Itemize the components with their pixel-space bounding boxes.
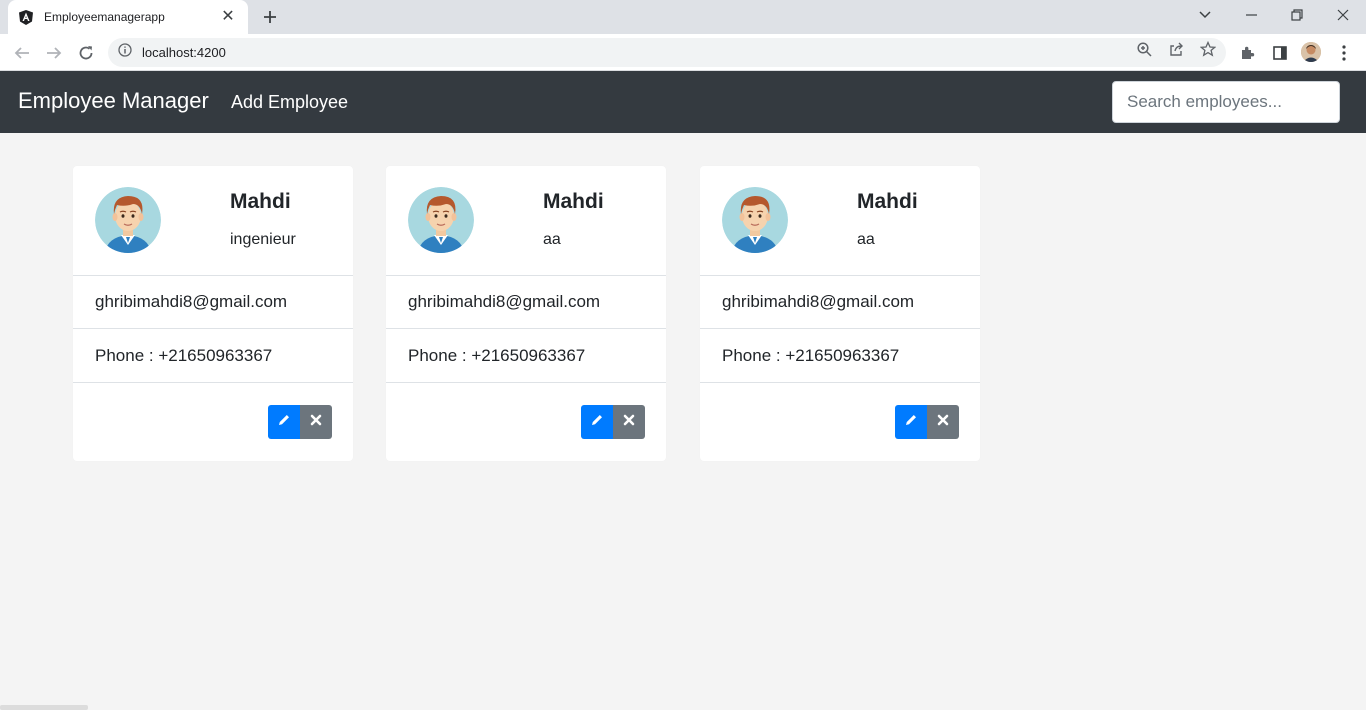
browser-toolbar: localhost:4200 (0, 34, 1366, 71)
pencil-icon (904, 413, 918, 432)
card-header: Mahdi aa (700, 166, 980, 276)
address-bar[interactable]: localhost:4200 (108, 38, 1226, 67)
add-employee-link[interactable]: Add Employee (231, 92, 348, 113)
card-header: Mahdi aa (386, 166, 666, 276)
employee-avatar (722, 187, 788, 253)
employee-job-title: aa (857, 231, 875, 248)
card-header: Mahdi ingenieur (73, 166, 353, 276)
pencil-icon (277, 413, 291, 432)
edit-employee-button[interactable] (268, 405, 300, 439)
employee-card: Mahdi aa ghribimahdi8@gmail.com Phone : … (386, 166, 666, 461)
zoom-icon[interactable] (1136, 41, 1152, 57)
employee-card: Mahdi ingenieur ghribimahdi8@gmail.com P… (73, 166, 353, 461)
employee-email: ghribimahdi8@gmail.com (700, 276, 980, 329)
delete-employee-button[interactable] (927, 405, 959, 439)
pencil-icon (590, 413, 604, 432)
employee-email: ghribimahdi8@gmail.com (73, 276, 353, 329)
tab-search-icon[interactable] (1182, 0, 1228, 30)
close-icon (937, 413, 949, 431)
delete-employee-button[interactable] (300, 405, 332, 439)
employee-job-title: aa (543, 231, 561, 248)
url-text: localhost:4200 (142, 45, 226, 60)
close-icon (623, 413, 635, 431)
restore-icon[interactable] (1274, 0, 1320, 30)
new-tab-icon[interactable] (258, 5, 282, 29)
edit-employee-button[interactable] (895, 405, 927, 439)
employee-name: Mahdi (543, 190, 604, 213)
employee-email: ghribimahdi8@gmail.com (386, 276, 666, 329)
employee-card: Mahdi aa ghribimahdi8@gmail.com Phone : … (700, 166, 980, 461)
employee-name: Mahdi (230, 190, 291, 213)
share-icon[interactable] (1168, 41, 1184, 57)
app-brand[interactable]: Employee Manager (18, 88, 209, 114)
delete-employee-button[interactable] (613, 405, 645, 439)
employee-phone: Phone : +21650963367 (700, 329, 980, 383)
angular-icon (18, 9, 34, 25)
employee-phone: Phone : +21650963367 (386, 329, 666, 383)
browser-tab[interactable]: Employeemanagerapp ✕ (8, 0, 248, 34)
card-actions (268, 405, 332, 439)
extensions-icon[interactable] (1239, 44, 1257, 62)
profile-avatar[interactable] (1301, 42, 1321, 62)
site-info-icon[interactable] (118, 43, 132, 62)
edit-employee-button[interactable] (581, 405, 613, 439)
reload-icon[interactable] (74, 41, 98, 65)
bookmark-star-icon[interactable] (1200, 41, 1216, 57)
employee-avatar (408, 187, 474, 253)
app-navbar: Employee Manager Add Employee (0, 71, 1366, 133)
card-actions (581, 405, 645, 439)
employee-job-title: ingenieur (230, 231, 296, 248)
menu-kebab-icon[interactable] (1335, 44, 1353, 62)
side-panel-icon[interactable] (1271, 44, 1289, 62)
close-icon (310, 413, 322, 431)
search-input[interactable] (1112, 81, 1340, 123)
employee-name: Mahdi (857, 190, 918, 213)
browser-tabstrip: Employeemanagerapp ✕ (0, 0, 1366, 34)
minimize-icon[interactable] (1228, 0, 1274, 30)
forward-icon[interactable] (42, 41, 66, 65)
card-actions (895, 405, 959, 439)
employee-phone: Phone : +21650963367 (73, 329, 353, 383)
back-icon[interactable] (10, 41, 34, 65)
tab-title: Employeemanagerapp (44, 10, 165, 24)
employee-avatar (95, 187, 161, 253)
horizontal-scrollbar[interactable] (0, 705, 88, 710)
close-tab-icon[interactable]: ✕ (218, 7, 238, 27)
close-window-icon[interactable] (1320, 0, 1366, 30)
